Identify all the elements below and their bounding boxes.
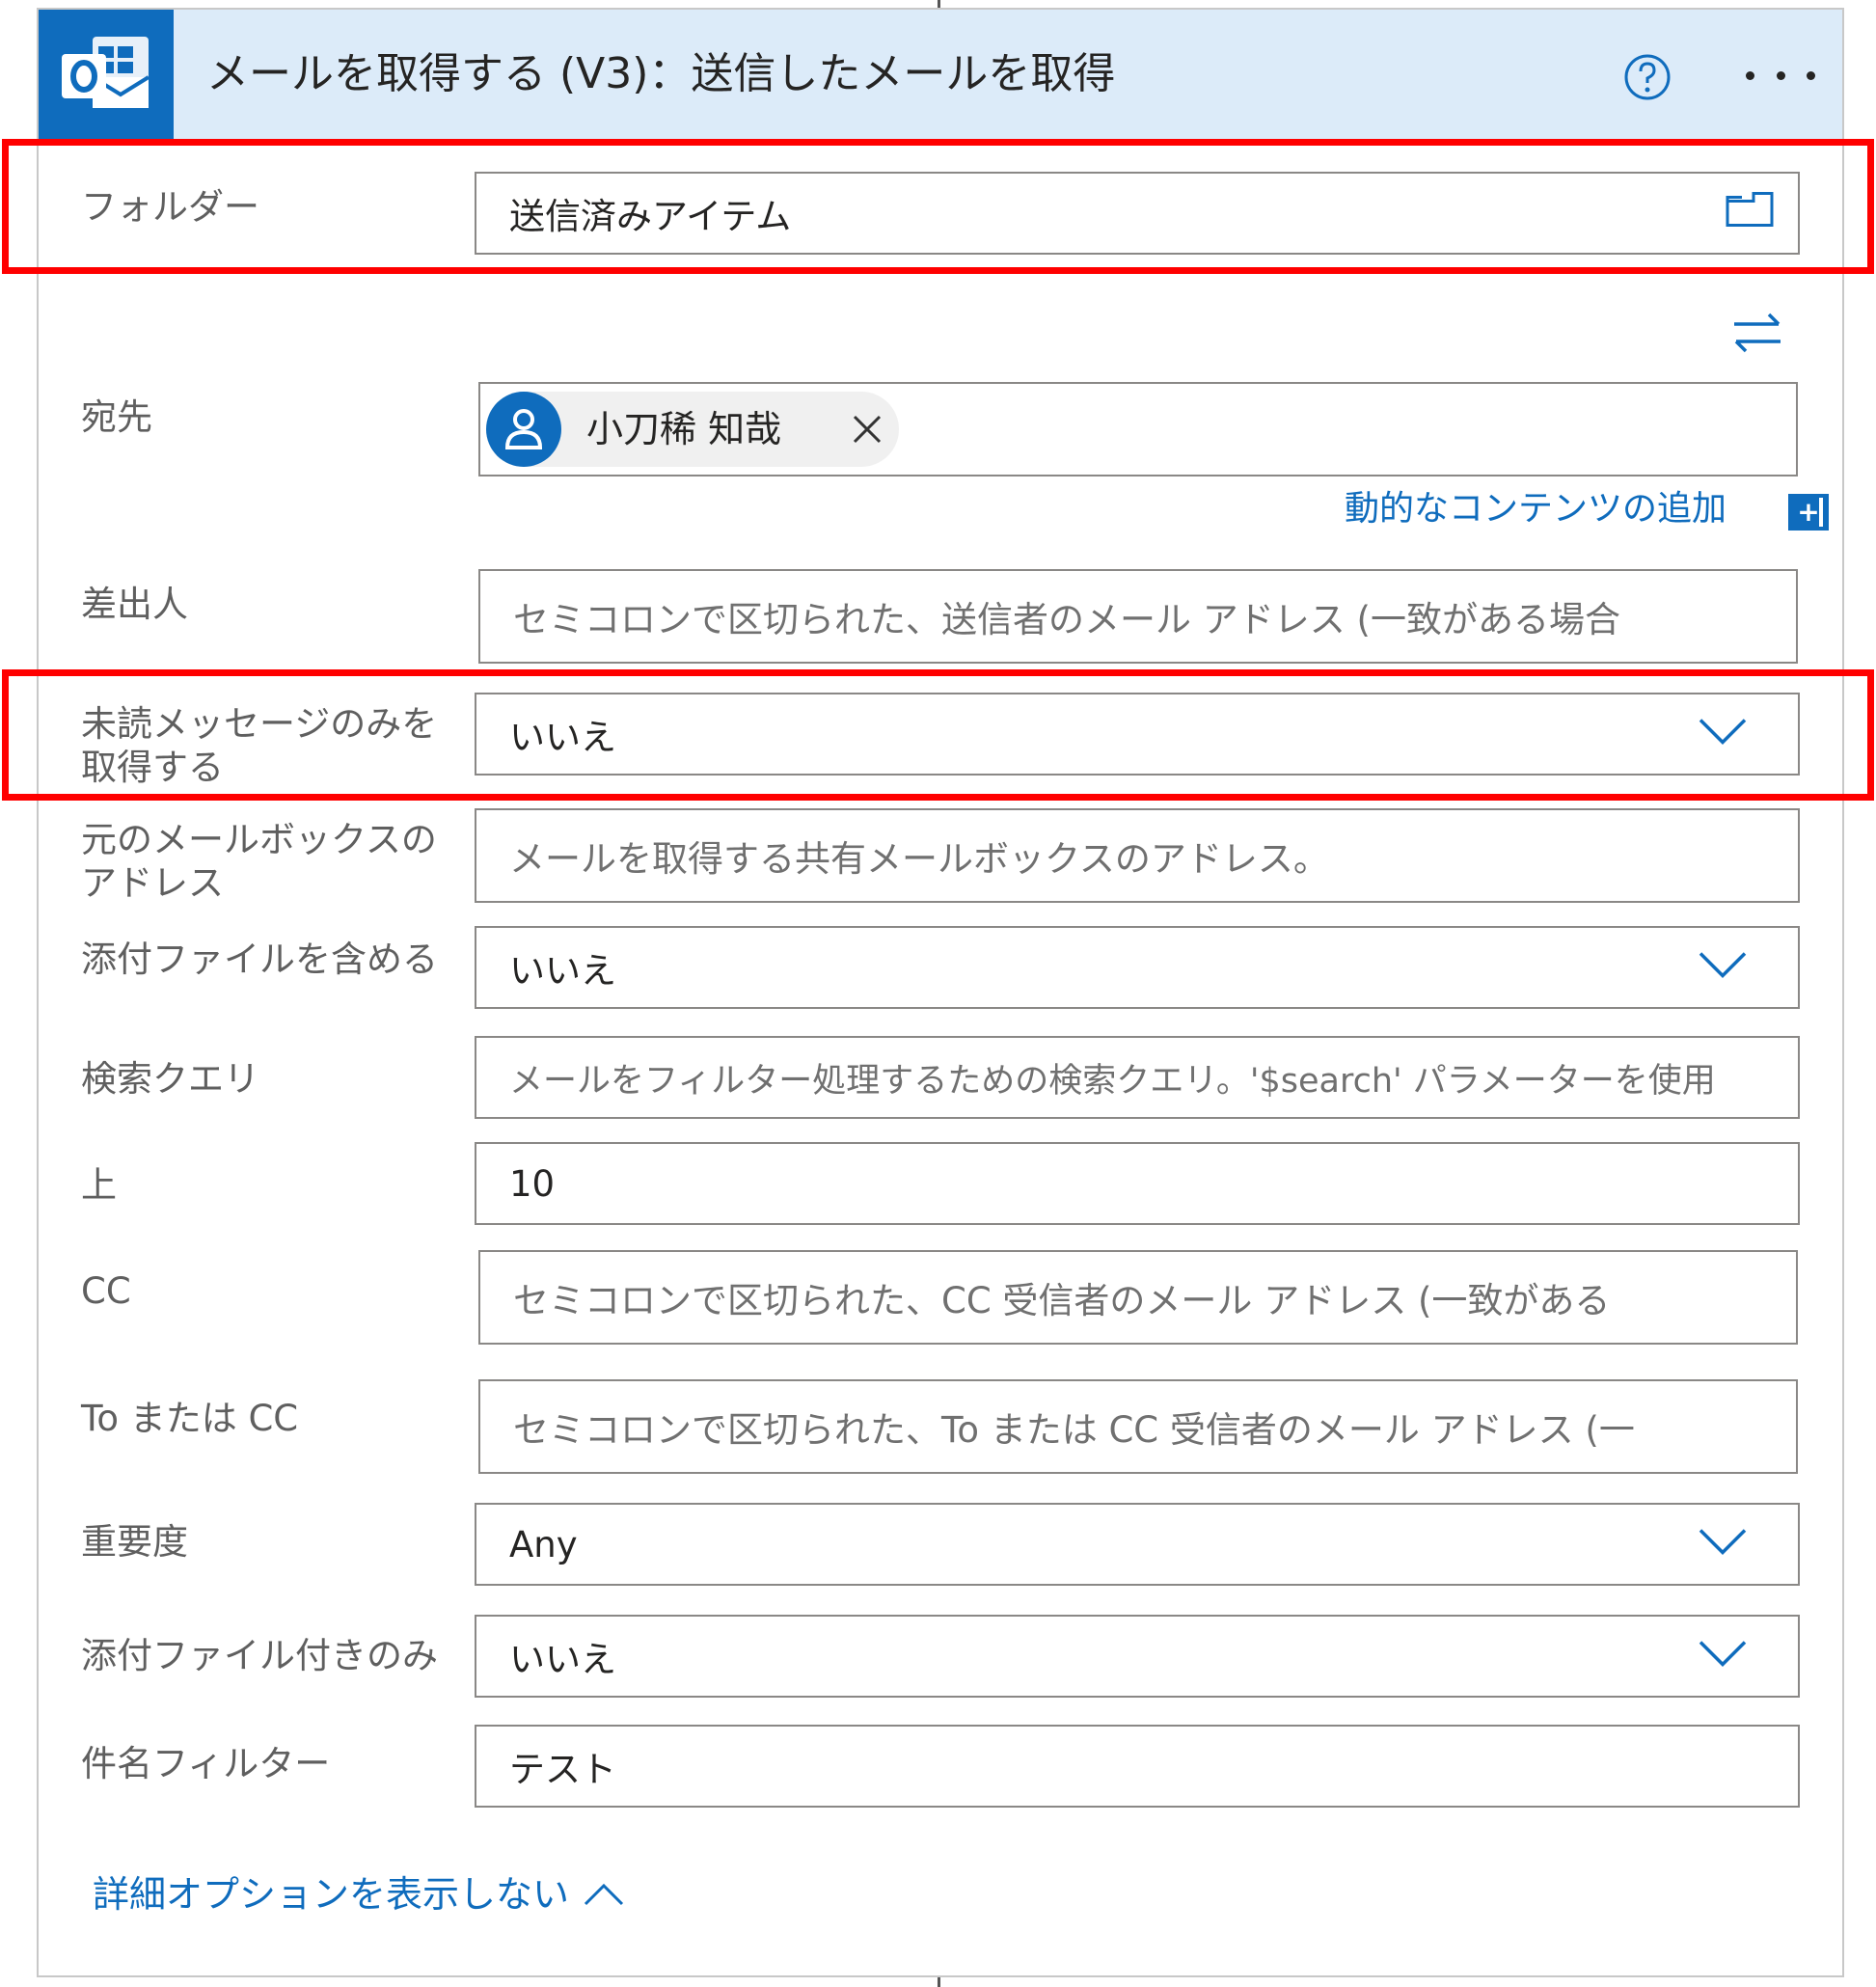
add-dynamic-content-icon[interactable]: +	[1788, 494, 1829, 531]
person-avatar-icon	[486, 392, 561, 467]
cc-label: CC	[81, 1270, 131, 1312]
importance-value: Any	[509, 1523, 578, 1565]
chevron-up-icon[interactable]	[583, 1881, 625, 1912]
chevron-down-icon	[1698, 947, 1748, 989]
add-dynamic-content-link[interactable]: 動的なコンテンツの追加	[1345, 488, 1726, 531]
only-with-attachments-dropdown[interactable]: いいえ	[475, 1615, 1800, 1698]
chevron-down-icon	[1698, 1524, 1748, 1565]
to-or-cc-field[interactable]: セミコロンで区切られた、To または CC 受信者のメール アドレス (一	[478, 1379, 1798, 1474]
switch-input-mode-icon[interactable]	[1730, 311, 1784, 357]
top-field[interactable]: 10	[475, 1142, 1800, 1225]
importance-label: 重要度	[81, 1521, 188, 1563]
action-card: メールを取得する (V3)：送信したメールを取得 フォルダー 送信済みアイテム	[37, 8, 1844, 1977]
top-label: 上	[81, 1164, 117, 1206]
include-attachments-label: 添付ファイルを含める	[81, 939, 438, 980]
mailbox-label: 元のメールボックスのアドレス	[81, 819, 437, 904]
action-title: メールを取得する (V3)：送信したメールを取得	[206, 49, 1116, 98]
chevron-down-icon	[1698, 1636, 1748, 1677]
mailbox-placeholder: メールを取得する共有メールボックスのアドレス。	[509, 838, 1329, 880]
search-query-placeholder: メールをフィルター処理するための検索クエリ。'$search' パラメーターを使…	[509, 1061, 1716, 1101]
only-with-attachments-value: いいえ	[509, 1639, 616, 1680]
action-header[interactable]: メールを取得する (V3)：送信したメールを取得	[39, 10, 1842, 139]
subject-filter-label: 件名フィルター	[81, 1743, 331, 1784]
remove-recipient-icon[interactable]	[851, 413, 884, 454]
connector-line-top	[938, 0, 940, 8]
mailbox-field[interactable]: メールを取得する共有メールボックスのアドレス。	[475, 808, 1800, 903]
outlook-icon	[39, 10, 174, 139]
cc-field[interactable]: セミコロンで区切られた、CC 受信者のメール アドレス (一致がある	[478, 1250, 1798, 1345]
highlight-box-folder	[2, 139, 1874, 274]
from-label: 差出人	[81, 584, 188, 625]
to-field[interactable]: 小刀稀 知哉	[478, 382, 1798, 476]
to-or-cc-placeholder: セミコロンで区切られた、To または CC 受信者のメール アドレス (一	[513, 1409, 1635, 1451]
from-placeholder: セミコロンで区切られた、送信者のメール アドレス (一致がある場合	[513, 599, 1620, 640]
include-attachments-dropdown[interactable]: いいえ	[475, 926, 1800, 1009]
flow-step-canvas: メールを取得する (V3)：送信したメールを取得 フォルダー 送信済みアイテム	[0, 0, 1876, 1987]
hide-advanced-options-link[interactable]: 詳細オプションを表示しない	[93, 1871, 569, 1918]
only-with-attachments-label: 添付ファイル付きのみ	[81, 1635, 438, 1676]
recipient-name: 小刀稀 知哉	[586, 408, 782, 450]
to-label: 宛先	[81, 396, 152, 438]
search-query-field[interactable]: メールをフィルター処理するための検索クエリ。'$search' パラメーターを使…	[475, 1036, 1800, 1119]
recipient-chip[interactable]: 小刀稀 知哉	[486, 392, 899, 467]
subject-filter-field[interactable]: テスト	[475, 1725, 1800, 1808]
help-icon[interactable]	[1622, 52, 1672, 102]
importance-dropdown[interactable]: Any	[475, 1503, 1800, 1586]
cc-placeholder: セミコロンで区切られた、CC 受信者のメール アドレス (一致がある	[513, 1280, 1611, 1321]
to-or-cc-label: To または CC	[81, 1398, 299, 1439]
search-query-label: 検索クエリ	[81, 1058, 259, 1100]
include-attachments-value: いいえ	[509, 950, 616, 992]
highlight-box-unread	[2, 669, 1874, 801]
from-field[interactable]: セミコロンで区切られた、送信者のメール アドレス (一致がある場合	[478, 569, 1798, 664]
more-options-icon[interactable]	[1742, 52, 1819, 98]
subject-filter-value: テスト	[509, 1749, 616, 1790]
top-value: 10	[509, 1162, 556, 1205]
connector-line-bottom	[938, 1977, 940, 1987]
